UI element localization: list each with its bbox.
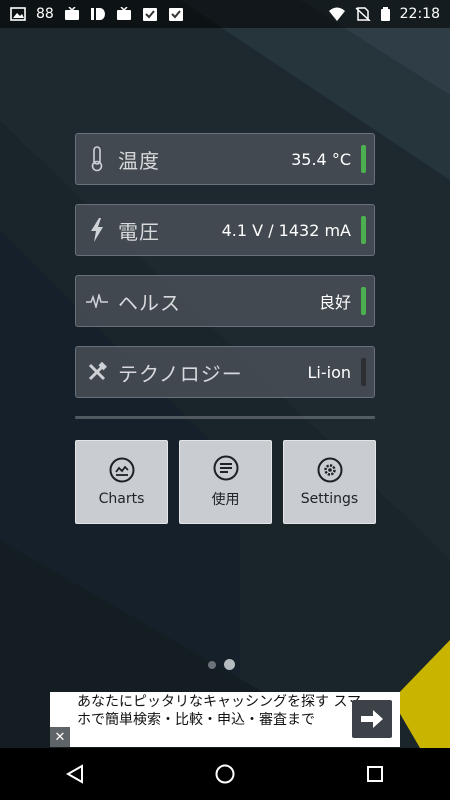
navigation-bar xyxy=(0,748,450,800)
settings-button[interactable]: Settings xyxy=(283,440,376,524)
clipboard-check-icon xyxy=(168,7,184,21)
back-button[interactable] xyxy=(55,754,95,794)
chart-icon xyxy=(109,457,135,483)
clock: 22:18 xyxy=(399,6,440,22)
notification-count: 88 xyxy=(36,6,54,22)
battery-icon xyxy=(380,7,390,21)
ad-banner[interactable]: あなたにピッタリなキャッシングを探す スマホで簡単検索・比較・申込・審査まで ✕ xyxy=(50,692,400,747)
wifi-icon xyxy=(328,7,345,21)
thermometer-icon xyxy=(86,146,108,172)
page-indicator xyxy=(208,659,235,670)
arrow-right-icon xyxy=(361,710,383,728)
charts-button[interactable]: Charts xyxy=(75,440,168,524)
gear-icon xyxy=(317,457,343,483)
technology-row: テクノロジー Li-ion xyxy=(75,346,375,398)
page-dot[interactable] xyxy=(208,660,216,669)
lightning-icon xyxy=(86,217,108,243)
tv-icon xyxy=(64,7,80,21)
page-dot-active[interactable] xyxy=(224,659,235,670)
voltage-row: 電圧 4.1 V / 1432 mA xyxy=(75,204,375,256)
clipboard-check-icon xyxy=(142,7,158,21)
home-icon xyxy=(215,764,235,784)
voltage-value: 4.1 V / 1432 mA xyxy=(221,220,351,240)
image-icon xyxy=(10,7,26,21)
ad-close-button[interactable]: ✕ xyxy=(50,727,70,747)
status-indicator xyxy=(361,358,366,386)
technology-value: Li-ion xyxy=(307,362,351,382)
status-indicator xyxy=(361,145,366,173)
status-bar: 88 22:18 xyxy=(0,0,450,28)
home-button[interactable] xyxy=(205,754,245,794)
tile-label: 使用 xyxy=(211,492,240,508)
health-row: ヘルス 良好 xyxy=(75,275,375,327)
row-label: 電圧 xyxy=(118,219,160,244)
list-icon xyxy=(213,455,239,481)
tile-label: Settings xyxy=(300,491,359,507)
no-sim-icon xyxy=(355,7,371,21)
health-value: 良好 xyxy=(318,293,351,312)
row-label: 温度 xyxy=(118,148,160,173)
tile-label: Charts xyxy=(98,491,145,507)
recents-button[interactable] xyxy=(355,754,395,794)
recents-icon xyxy=(367,766,383,782)
id-icon xyxy=(90,7,106,21)
row-label: ヘルス xyxy=(118,290,181,315)
back-icon xyxy=(66,764,83,784)
ad-text: あなたにピッタリなキャッシングを探す スマホで簡単検索・比較・申込・審査まで xyxy=(77,694,362,728)
pulse-icon xyxy=(86,288,108,314)
ad-open-button[interactable] xyxy=(352,700,392,738)
row-label: テクノロジー xyxy=(118,361,243,386)
tools-icon xyxy=(86,359,108,385)
status-indicator xyxy=(361,216,366,244)
usage-button[interactable]: 使用 xyxy=(179,440,272,524)
divider xyxy=(75,416,375,419)
temperature-value: 35.4 °C xyxy=(291,149,351,169)
wallpaper xyxy=(0,0,450,800)
tv-icon xyxy=(116,7,132,21)
status-indicator xyxy=(361,287,366,315)
temperature-row: 温度 35.4 °C xyxy=(75,133,375,185)
